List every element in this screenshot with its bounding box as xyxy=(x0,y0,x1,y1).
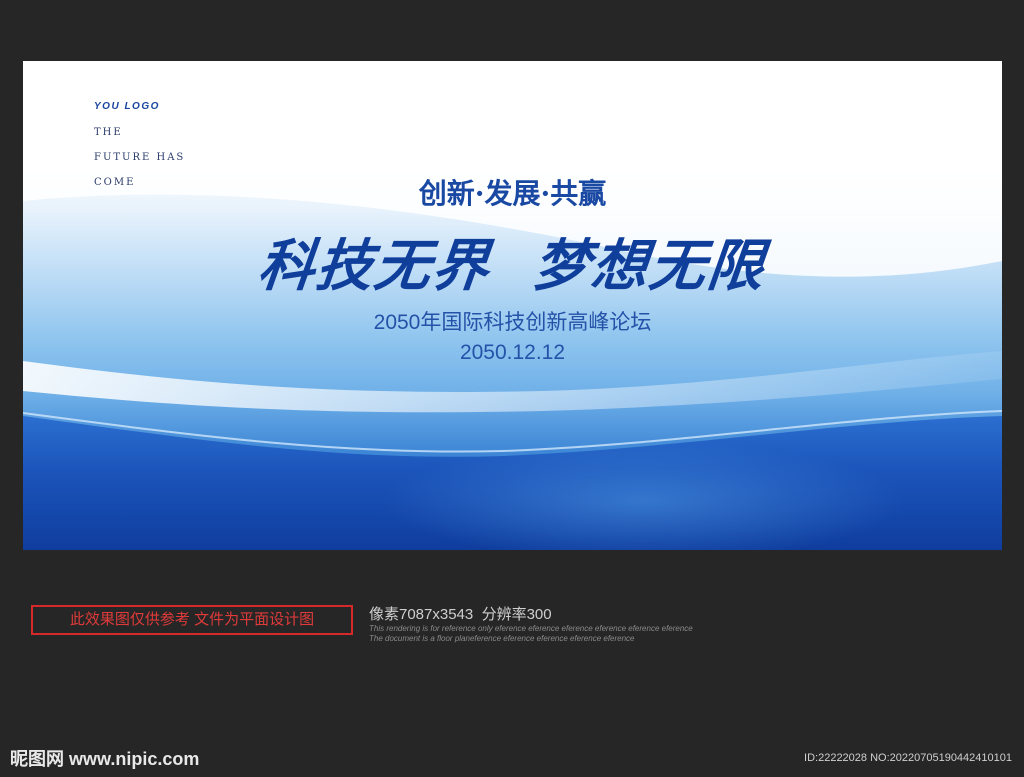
banner: YOU LOGO THE FUTURE HAS COME 创新·发展·共赢 科技… xyxy=(23,61,1002,550)
site-brand: 昵图网 www.nipic.com xyxy=(10,749,200,769)
reference-notice: 此效果图仅供参考 文件为平面设计图 xyxy=(31,605,353,635)
specs-text: 像素7087x3543 分辨率300 xyxy=(369,606,552,623)
tagline-line-1: THE xyxy=(94,127,123,138)
image-id: ID:22222028 NO:20220705190442410101 xyxy=(804,752,1012,764)
subhead: 创新·发展·共赢 xyxy=(418,177,607,210)
tagline-line-2: FUTURE HAS xyxy=(94,152,186,163)
event-date: 2050.12.12 xyxy=(459,341,566,364)
logo-text: YOU LOGO xyxy=(94,101,160,112)
fine-print-1: This rendering is for reference only efe… xyxy=(369,624,693,633)
headline: 科技无界 梦想无限 xyxy=(255,234,769,299)
specs-block: 像素7087x3543 分辨率300 This rendering is for… xyxy=(369,603,693,644)
forum-title: 2050年国际科技创新高峰论坛 xyxy=(373,311,652,334)
fine-print-2: The document is a floor planeference efe… xyxy=(369,634,635,643)
